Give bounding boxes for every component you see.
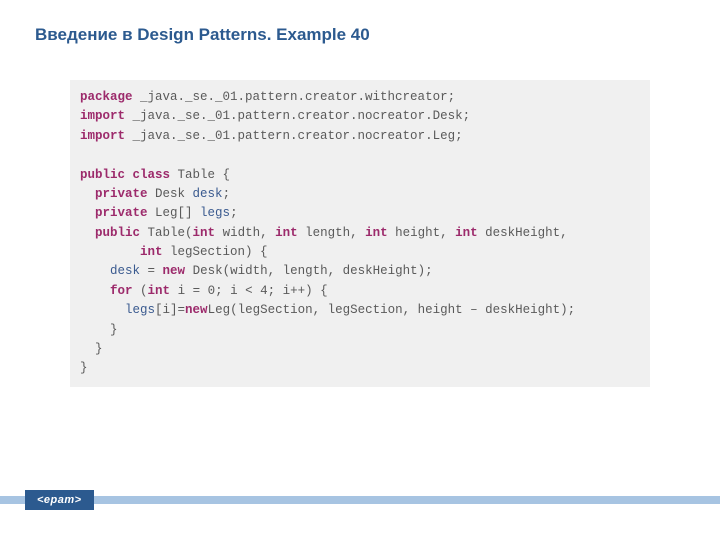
code-line: legs[i]=newLeg(legSection, legSection, h… (80, 301, 640, 320)
code-line: } (80, 340, 640, 359)
code-line: private Leg[] legs; (80, 204, 640, 223)
code-line (80, 146, 640, 165)
epam-logo: <epam> (25, 490, 94, 510)
code-line: import _java._se._01.pattern.creator.noc… (80, 127, 640, 146)
code-line: } (80, 321, 640, 340)
code-line: public class Table { (80, 166, 640, 185)
code-line: package _java._se._01.pattern.creator.wi… (80, 88, 640, 107)
code-line: private Desk desk; (80, 185, 640, 204)
footer: <epam> (0, 496, 720, 522)
code-line: import _java._se._01.pattern.creator.noc… (80, 107, 640, 126)
code-line: public Table(int width, int length, int … (80, 224, 640, 243)
code-line: desk = new Desk(width, length, deskHeigh… (80, 262, 640, 281)
code-line: } (80, 359, 640, 378)
code-line: int legSection) { (80, 243, 640, 262)
code-block: package _java._se._01.pattern.creator.wi… (70, 80, 650, 387)
code-line: for (int i = 0; i < 4; i++) { (80, 282, 640, 301)
slide-title: Введение в Design Patterns. Example 40 (0, 0, 720, 45)
footer-strip (0, 496, 720, 504)
